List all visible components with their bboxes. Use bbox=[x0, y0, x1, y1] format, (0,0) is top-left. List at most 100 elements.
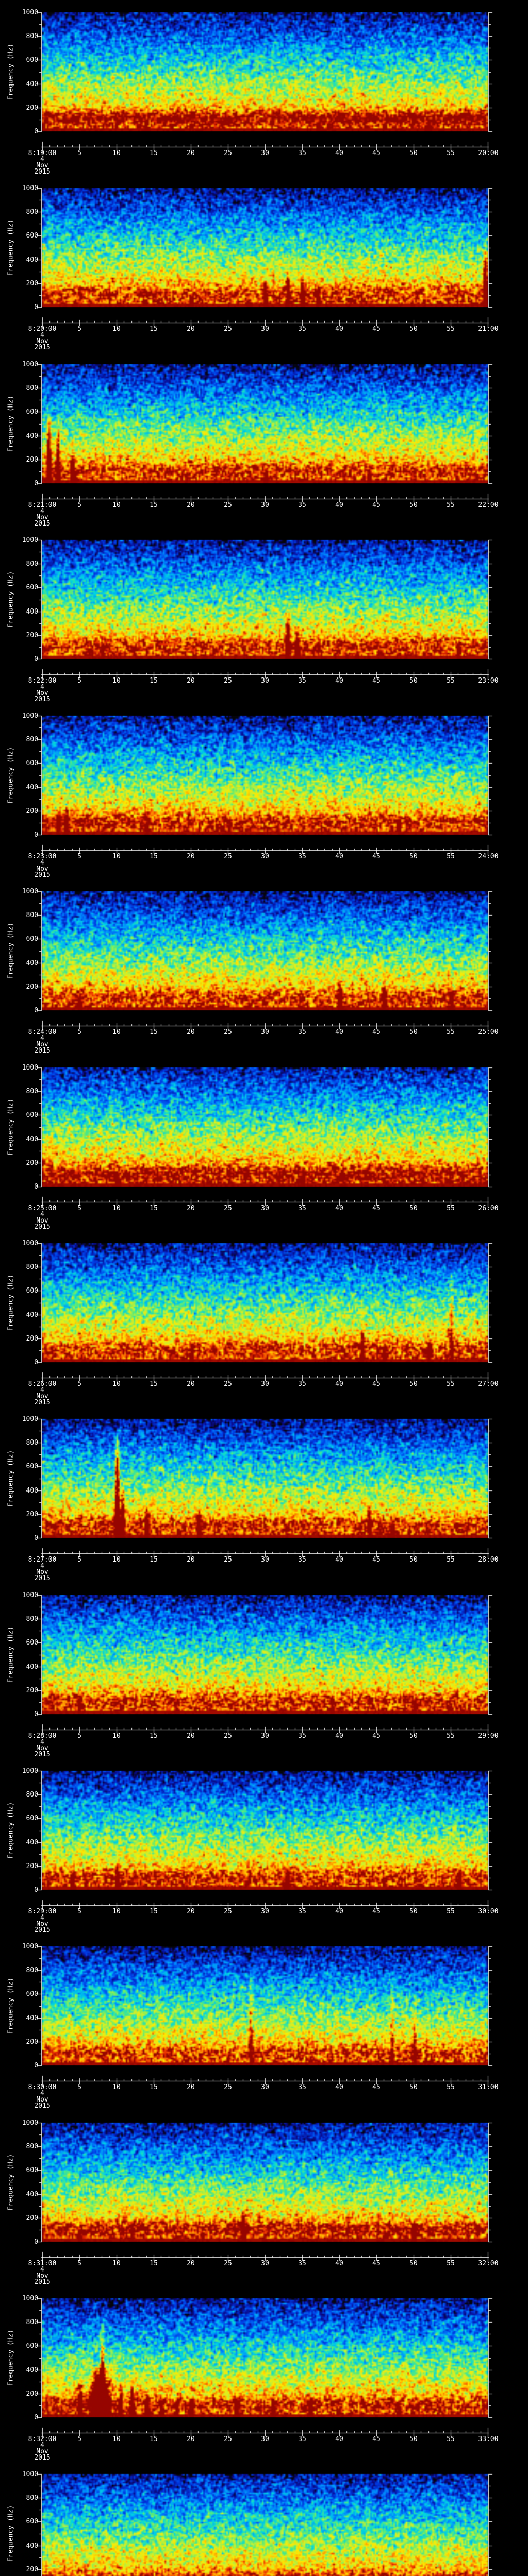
x-tick-label: 30 bbox=[261, 2260, 269, 2267]
y-tick-label: 1000 bbox=[22, 712, 38, 720]
x-tick-label: 45 bbox=[372, 1205, 381, 1212]
y-tick-label: 600 bbox=[26, 1639, 38, 1647]
x-tick-label: 25 bbox=[224, 2435, 232, 2443]
x-tick-label: 50 bbox=[409, 2260, 418, 2267]
y-axis-title: Frequency (Hz) bbox=[7, 1450, 15, 1507]
x-tick-label: 30 bbox=[261, 149, 269, 157]
y-axis-title: Frequency (Hz) bbox=[7, 1626, 15, 1683]
x-tick-label: 50 bbox=[409, 1205, 418, 1212]
x-tick-label: 40 bbox=[335, 325, 343, 333]
x-tick-label: 25 bbox=[224, 1380, 232, 1388]
x-tick-label: 15 bbox=[150, 2435, 158, 2443]
x-tick-label: 55 bbox=[447, 853, 455, 860]
x-tick-label: 55 bbox=[447, 1732, 455, 1740]
spectrogram-plot-canvas bbox=[0, 1934, 528, 2089]
y-tick-label: 200 bbox=[26, 2566, 38, 2573]
y-tick-label: 1000 bbox=[22, 1415, 38, 1423]
spectrogram-plot-canvas bbox=[0, 2110, 528, 2265]
y-axis-title: Frequency (Hz) bbox=[7, 2505, 15, 2562]
x-tick-label: 45 bbox=[372, 1908, 381, 1916]
x-tick-label: 35 bbox=[298, 1732, 306, 1740]
x-tick-label: 40 bbox=[335, 1908, 343, 1916]
x-tick-label: 10 bbox=[112, 1380, 121, 1388]
x-tick-label: 35 bbox=[298, 1028, 306, 1036]
x-tick-label: 40 bbox=[335, 2435, 343, 2443]
y-tick-label: 600 bbox=[26, 408, 38, 416]
y-tick-label: 400 bbox=[26, 2014, 38, 2022]
x-tick-label: 20 bbox=[187, 2083, 195, 2091]
y-tick-label: 200 bbox=[26, 983, 38, 991]
spectrogram-panel: Frequency (Hz)10008006004002000510152025… bbox=[0, 1231, 528, 1407]
spectrogram-panel: Frequency (Hz)10008006004002000510152025… bbox=[0, 1583, 528, 1759]
x-tick-label: 5 bbox=[77, 1028, 81, 1036]
y-tick-label: 600 bbox=[26, 1463, 38, 1470]
y-tick-label: 800 bbox=[26, 1615, 38, 1623]
y-tick-label: 1000 bbox=[22, 1240, 38, 1247]
y-tick-label: 400 bbox=[26, 432, 38, 440]
x-axis-end-time: 27:00 bbox=[478, 1380, 499, 1388]
spectrogram-plot-canvas bbox=[0, 528, 528, 682]
y-tick-label: 200 bbox=[26, 1687, 38, 1694]
y-tick-label: 600 bbox=[26, 1815, 38, 1822]
y-tick-label: 600 bbox=[26, 2342, 38, 2350]
y-tick-label: 800 bbox=[26, 911, 38, 919]
x-tick-label: 55 bbox=[447, 1908, 455, 1916]
spectrogram-plot-canvas bbox=[0, 176, 528, 330]
y-tick-label: 800 bbox=[26, 1088, 38, 1095]
y-tick-label: 800 bbox=[26, 384, 38, 392]
x-tick-label: 25 bbox=[224, 149, 232, 157]
x-tick-label: 35 bbox=[298, 2083, 306, 2091]
y-tick-label: 400 bbox=[26, 2542, 38, 2550]
x-tick-label: 35 bbox=[298, 1205, 306, 1212]
x-tick-label: 30 bbox=[261, 2083, 269, 2091]
y-tick-label: 400 bbox=[26, 608, 38, 616]
x-tick-label: 20 bbox=[187, 853, 195, 860]
x-axis-date-line: 2015 bbox=[34, 2278, 51, 2286]
x-tick-label: 20 bbox=[187, 1908, 195, 1916]
x-tick-label: 55 bbox=[447, 1380, 455, 1388]
y-tick-label: 0 bbox=[34, 1710, 38, 1718]
spectrogram-panel: Frequency (Hz)10008006004002000510152025… bbox=[0, 2462, 528, 2576]
x-tick-label: 30 bbox=[261, 325, 269, 333]
x-tick-label: 55 bbox=[447, 501, 455, 509]
y-axis-title: Frequency (Hz) bbox=[7, 1802, 15, 1859]
x-tick-label: 10 bbox=[112, 2435, 121, 2443]
y-tick-label: 400 bbox=[26, 959, 38, 967]
y-tick-label: 1000 bbox=[22, 184, 38, 192]
y-tick-label: 400 bbox=[26, 1311, 38, 1319]
y-tick-label: 800 bbox=[26, 736, 38, 743]
x-tick-label: 55 bbox=[447, 149, 455, 157]
x-tick-label: 30 bbox=[261, 1028, 269, 1036]
x-axis-end-time: 23:00 bbox=[478, 677, 499, 685]
x-tick-label: 55 bbox=[447, 2083, 455, 2091]
x-tick-label: 35 bbox=[298, 1908, 306, 1916]
y-tick-label: 0 bbox=[34, 2238, 38, 2246]
y-tick-label: 1000 bbox=[22, 888, 38, 895]
y-tick-label: 600 bbox=[26, 759, 38, 767]
x-tick-label: 10 bbox=[112, 149, 121, 157]
y-tick-label: 400 bbox=[26, 256, 38, 264]
x-tick-label: 45 bbox=[372, 1556, 381, 1564]
x-tick-label: 10 bbox=[112, 1556, 121, 1564]
x-tick-label: 40 bbox=[335, 677, 343, 685]
x-tick-label: 50 bbox=[409, 1732, 418, 1740]
y-tick-label: 600 bbox=[26, 56, 38, 64]
y-tick-label: 800 bbox=[26, 560, 38, 568]
x-axis-date-line: 2015 bbox=[34, 2454, 51, 2462]
x-axis-end-time: 25:00 bbox=[478, 1028, 499, 1036]
y-tick-label: 1000 bbox=[22, 1591, 38, 1599]
x-tick-label: 5 bbox=[77, 501, 81, 509]
x-axis-date-line: 2015 bbox=[34, 1574, 51, 1582]
y-tick-label: 800 bbox=[26, 1791, 38, 1799]
x-tick-label: 50 bbox=[409, 2083, 418, 2091]
x-tick-label: 50 bbox=[409, 2435, 418, 2443]
x-axis-date-line: 2015 bbox=[34, 2102, 51, 2110]
spectrogram-plot-canvas bbox=[0, 0, 528, 155]
y-axis-title: Frequency (Hz) bbox=[7, 2329, 15, 2386]
y-tick-label: 0 bbox=[34, 1534, 38, 1542]
x-tick-label: 25 bbox=[224, 1908, 232, 1916]
x-tick-label: 5 bbox=[77, 853, 81, 860]
y-axis-title: Frequency (Hz) bbox=[7, 1274, 15, 1331]
y-tick-label: 1000 bbox=[22, 1064, 38, 1072]
spectrogram-plot-canvas bbox=[0, 1406, 528, 1561]
